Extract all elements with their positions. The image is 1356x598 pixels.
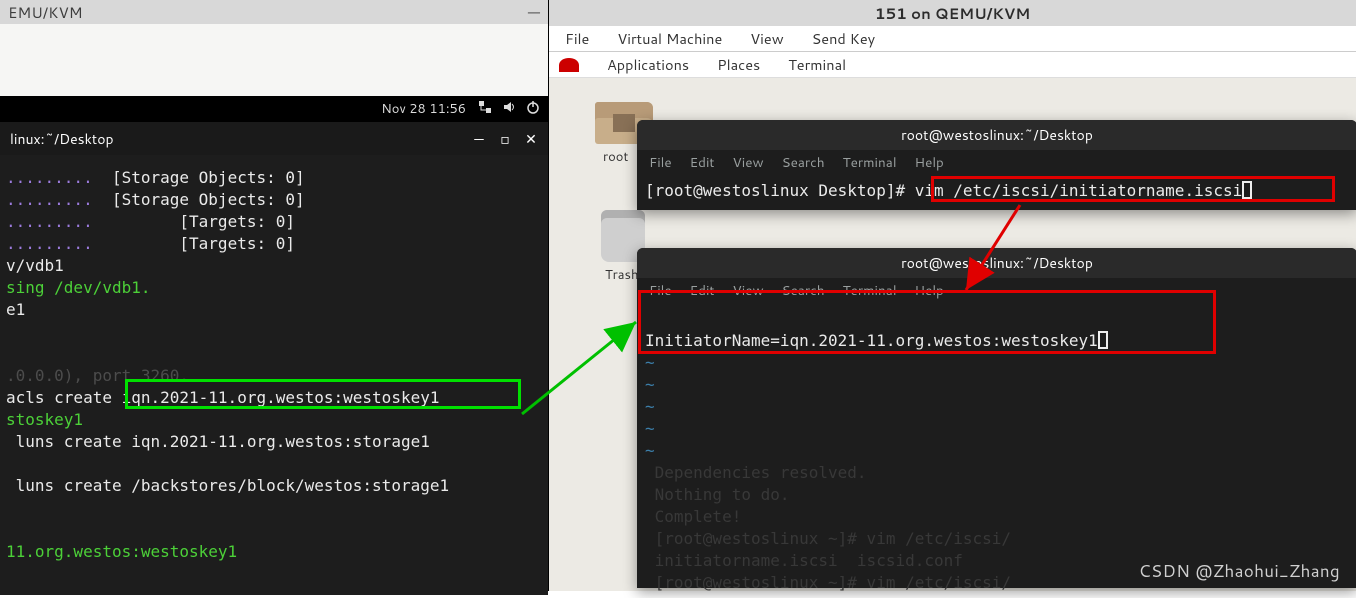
left-terminal-titlebar[interactable]: linux:~/Desktop — ▫ ✕ xyxy=(0,122,548,155)
close-button[interactable]: ✕ xyxy=(524,129,538,149)
faded-line: Nothing to do. xyxy=(645,485,790,504)
terminal1-titlebar[interactable]: root@westoslinux:~/Desktop xyxy=(637,120,1356,150)
left-vm-window: EMU/KVM — Nov 28 11:56 linux:~/Desktop —… xyxy=(0,0,549,591)
vim-tilde: ~ xyxy=(645,397,655,416)
left-window-title-fragment: EMU/KVM xyxy=(8,2,83,23)
left-window-titlebar[interactable]: EMU/KVM — xyxy=(0,0,548,24)
left-terminal-title: linux:~/Desktop xyxy=(10,129,114,149)
faded-line: [root@westoslinux ~]# vim /etc/iscsi/ xyxy=(645,573,1011,592)
faded-line: Complete! xyxy=(645,507,741,526)
network-icon[interactable] xyxy=(478,100,492,119)
term-line: ......... xyxy=(6,190,93,209)
t1-menu-search[interactable]: Search xyxy=(782,153,825,172)
faded-line: initiatorname.iscsi iscsid.conf xyxy=(645,551,963,570)
term-line: stoskey1 xyxy=(0,409,548,431)
t1-prompt: [root@westoslinux Desktop]# xyxy=(645,181,915,200)
t1-menu-view[interactable]: View xyxy=(733,153,764,172)
t1-menu-edit[interactable]: Edit xyxy=(690,153,715,172)
menu-file[interactable]: File xyxy=(565,28,589,49)
menu-applications[interactable]: Applications xyxy=(607,54,689,75)
left-menu-area xyxy=(0,24,548,96)
menu-places[interactable]: Places xyxy=(717,54,760,75)
vim-tilde: ~ xyxy=(645,353,655,372)
vim-tilde: ~ xyxy=(645,441,655,460)
minimize-icon[interactable]: — xyxy=(528,0,540,25)
redhat-logo-icon[interactable] xyxy=(559,58,579,72)
right-window-titlebar[interactable]: 151 on QEMU/KVM xyxy=(549,0,1356,26)
vim-tilde: ~ xyxy=(645,419,655,438)
minimize-button[interactable]: — xyxy=(472,129,486,149)
menu-view[interactable]: View xyxy=(750,28,783,49)
faded-line: Dependencies resolved. xyxy=(645,463,867,482)
menu-terminal[interactable]: Terminal xyxy=(788,54,846,75)
term-line: ......... xyxy=(6,212,93,231)
virt-manager-menu-bar[interactable]: File Virtual Machine View Send Key xyxy=(549,26,1356,52)
right-window-title: 151 on QEMU/KVM xyxy=(875,3,1031,24)
green-highlight-box xyxy=(125,379,521,409)
term-line: v/vdb1 xyxy=(0,255,548,277)
power-icon[interactable] xyxy=(526,100,540,119)
terminal1-menubar[interactable]: File Edit View Search Terminal Help xyxy=(637,150,1356,174)
term-line: luns create /backstores/block/westos:sto… xyxy=(0,475,548,497)
status-tray[interactable] xyxy=(478,100,540,119)
t1-menu-terminal[interactable]: Terminal xyxy=(843,153,897,172)
t1-menu-file[interactable]: File xyxy=(649,153,672,172)
menu-send-key[interactable]: Send Key xyxy=(812,28,875,49)
gnome-top-bar[interactable]: Nov 28 11:56 xyxy=(0,96,548,122)
term-line: ......... xyxy=(6,234,93,253)
faded-line: [root@westoslinux ~]# vim /etc/iscsi/ xyxy=(645,529,1011,548)
term-line: 11.org.westos:westoskey1 xyxy=(0,541,548,563)
volume-icon[interactable] xyxy=(502,100,516,119)
left-terminal-body[interactable]: ......... [Storage Objects: 0] .........… xyxy=(0,155,548,595)
menu-virtual-machine[interactable]: Virtual Machine xyxy=(617,28,722,49)
vim-tilde: ~ xyxy=(645,375,655,394)
term-line: e1 xyxy=(0,299,548,321)
term-line: ......... xyxy=(6,168,93,187)
home-folder-label: root xyxy=(603,148,628,166)
clock-label[interactable]: Nov 28 11:56 xyxy=(381,100,466,118)
red-highlight-box-content xyxy=(638,290,1216,354)
term-line: sing /dev/vdb1. xyxy=(0,277,548,299)
maximize-button[interactable]: ▫ xyxy=(498,129,512,149)
terminal2-titlebar[interactable]: root@westoslinux:~/Desktop xyxy=(637,248,1356,278)
term-line: luns create iqn.2021-11.org.westos:stora… xyxy=(0,431,548,453)
red-highlight-box-cmd xyxy=(931,176,1335,202)
gnome-app-bar[interactable]: Applications Places Terminal xyxy=(549,52,1356,78)
t1-menu-help[interactable]: Help xyxy=(915,153,944,172)
trash-label: Trash xyxy=(605,266,639,284)
attribution-text: CSDN @Zhaohui_Zhang xyxy=(1139,559,1341,583)
